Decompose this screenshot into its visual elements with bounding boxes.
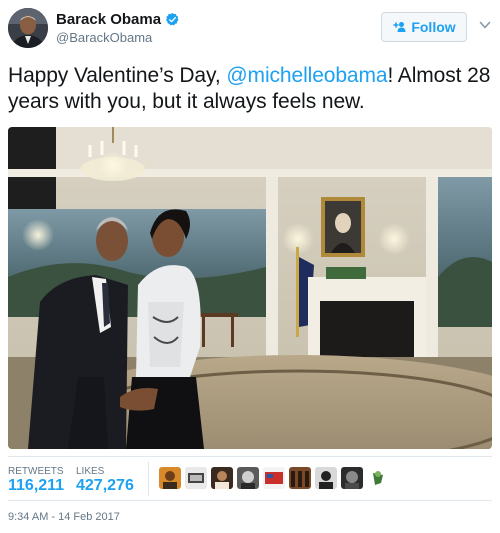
mention-link[interactable]: @michelleobama	[226, 64, 387, 87]
liker-avatar[interactable]	[289, 467, 311, 489]
tweet-photo[interactable]	[8, 127, 492, 449]
liker-avatar[interactable]	[185, 467, 207, 489]
divider-bottom	[8, 500, 492, 501]
avatar[interactable]	[8, 8, 48, 48]
add-user-icon	[393, 22, 406, 32]
user-name[interactable]: Barack Obama	[56, 11, 161, 28]
liker-avatar[interactable]	[367, 467, 389, 489]
liker-avatar[interactable]	[237, 467, 259, 489]
user-handle[interactable]: @BarackObama	[56, 30, 152, 45]
stats-separator	[148, 462, 149, 496]
tweet-timestamp[interactable]: 9:34 AM - 14 Feb 2017	[8, 511, 120, 523]
liker-avatars	[159, 467, 389, 489]
liker-avatar[interactable]	[341, 467, 363, 489]
tweet-text: Happy Valentine’s Day, @michelleobama! A…	[8, 63, 496, 115]
follow-button[interactable]: Follow	[381, 12, 467, 42]
tweet-card: Barack Obama @BarackObama Follow Happy V…	[0, 0, 500, 533]
divider-top	[8, 456, 492, 457]
liker-avatar[interactable]	[211, 467, 233, 489]
liker-avatar[interactable]	[315, 467, 337, 489]
user-name-row[interactable]: Barack Obama	[56, 11, 180, 28]
chevron-down-icon[interactable]	[478, 18, 492, 32]
tweet-text-start: Happy Valentine’s Day,	[8, 64, 227, 87]
verified-badge-icon	[166, 12, 179, 26]
liker-avatar[interactable]	[159, 467, 181, 489]
retweets-label: RETWEETS	[8, 466, 64, 477]
likes-label: LIKES	[76, 466, 105, 477]
retweets-count[interactable]: 116,211	[8, 477, 64, 495]
liker-avatar[interactable]	[263, 467, 285, 489]
likes-count[interactable]: 427,276	[76, 477, 134, 495]
follow-label: Follow	[411, 19, 456, 35]
